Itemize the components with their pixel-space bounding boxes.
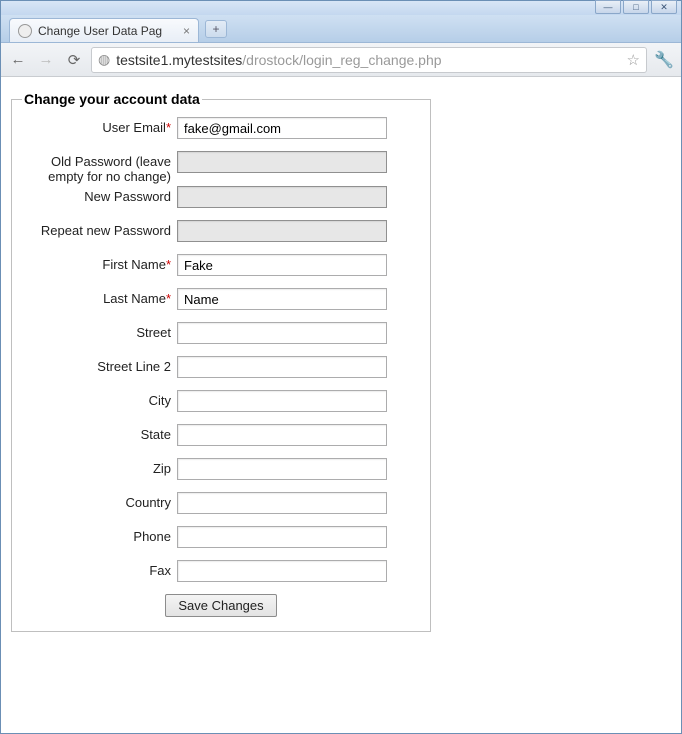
label-last-name: Last Name* (22, 288, 177, 306)
url-path: /drostock/login_reg_change.php (242, 52, 441, 68)
window-titlebar: — □ ✕ (1, 1, 681, 15)
globe-icon (18, 24, 32, 38)
label-state: State (22, 424, 177, 442)
zip-field[interactable] (177, 458, 387, 480)
tab-strip: Change User Data Pag × + (1, 15, 681, 43)
street-field[interactable] (177, 322, 387, 344)
country-field[interactable] (177, 492, 387, 514)
address-bar[interactable]: ◍ testsite1.mytestsites/drostock/login_r… (91, 47, 647, 73)
state-field[interactable] (177, 424, 387, 446)
tab-close-icon[interactable]: × (183, 24, 190, 38)
forward-button[interactable]: → (35, 49, 57, 71)
globe-icon: ◍ (98, 51, 110, 68)
phone-field[interactable] (177, 526, 387, 548)
url-host: testsite1.mytestsites (116, 52, 242, 68)
window-minimize-button[interactable]: — (595, 0, 621, 14)
label-street2: Street Line 2 (22, 356, 177, 374)
label-new-password: New Password (22, 186, 177, 204)
page-content: Change your account data User Email* Old… (1, 77, 681, 733)
new-password-field[interactable] (177, 186, 387, 208)
browser-window: — □ ✕ Change User Data Pag × + ← → ⟳ ◍ t… (0, 0, 682, 734)
old-password-field[interactable] (177, 151, 387, 173)
window-controls: — □ ✕ (595, 0, 677, 14)
browser-toolbar: ← → ⟳ ◍ testsite1.mytestsites/drostock/l… (1, 43, 681, 77)
back-button[interactable]: ← (7, 49, 29, 71)
wrench-menu-icon[interactable]: 🔧 (653, 49, 675, 71)
city-field[interactable] (177, 390, 387, 412)
first-name-field[interactable] (177, 254, 387, 276)
reload-button[interactable]: ⟳ (63, 49, 85, 71)
label-street: Street (22, 322, 177, 340)
label-old-password: Old Password (leave empty for no change) (22, 151, 177, 184)
repeat-password-field[interactable] (177, 220, 387, 242)
email-field[interactable] (177, 117, 387, 139)
account-fieldset: Change your account data User Email* Old… (11, 91, 431, 632)
save-changes-button[interactable]: Save Changes (165, 594, 276, 617)
browser-tab[interactable]: Change User Data Pag × (9, 18, 199, 42)
label-phone: Phone (22, 526, 177, 544)
label-repeat-password: Repeat new Password (22, 220, 177, 238)
new-tab-button[interactable]: + (205, 20, 227, 38)
label-email: User Email* (22, 117, 177, 135)
fax-field[interactable] (177, 560, 387, 582)
tab-title: Change User Data Pag (38, 24, 177, 38)
label-fax: Fax (22, 560, 177, 578)
label-first-name: First Name* (22, 254, 177, 272)
label-zip: Zip (22, 458, 177, 476)
label-country: Country (22, 492, 177, 510)
label-city: City (22, 390, 177, 408)
window-maximize-button[interactable]: □ (623, 0, 649, 14)
street2-field[interactable] (177, 356, 387, 378)
fieldset-legend: Change your account data (22, 91, 202, 107)
bookmark-star-icon[interactable]: ☆ (627, 51, 640, 69)
window-close-button[interactable]: ✕ (651, 0, 677, 14)
url-text: testsite1.mytestsites/drostock/login_reg… (116, 52, 620, 68)
last-name-field[interactable] (177, 288, 387, 310)
